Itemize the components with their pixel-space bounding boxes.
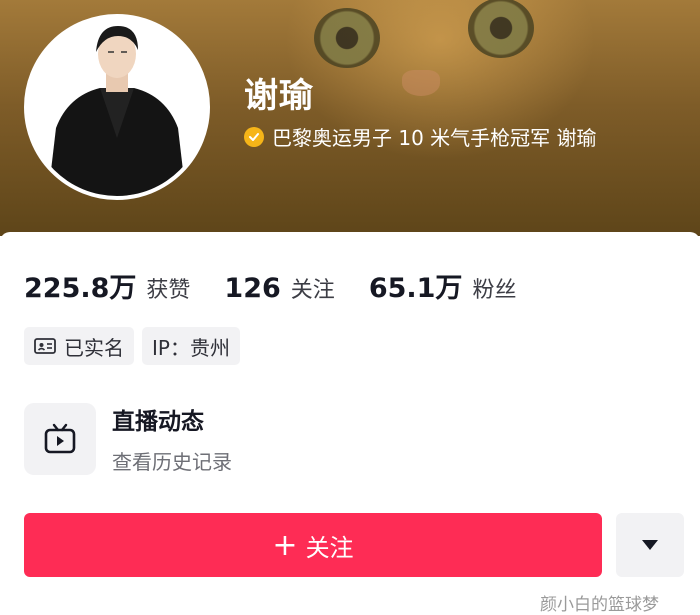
live-icon-box xyxy=(24,402,96,475)
stat-value: 126 xyxy=(224,273,281,304)
stat-label: 粉丝 xyxy=(472,278,517,303)
tag-ip: IP：贵州 xyxy=(142,327,240,365)
profile-banner: 谢瑜 巴黎奥运男子 10 米气手枪冠军 谢瑜 xyxy=(0,0,700,236)
tag-real-name: 已实名 xyxy=(24,327,134,365)
verification-row: 巴黎奥运男子 10 米气手枪冠军 谢瑜 xyxy=(244,122,597,151)
watermark-text: 颜小白的篮球梦 xyxy=(540,595,659,615)
live-subtitle: 查看历史记录 xyxy=(112,450,232,474)
profile-tags: 已实名 IP：贵州 xyxy=(24,327,248,365)
banner-cat-eye xyxy=(468,0,534,58)
id-card-icon xyxy=(34,337,56,355)
follow-button[interactable]: + 关注 xyxy=(24,513,602,577)
profile-stats: 225.8万 获赞 126 关注 65.1万 粉丝 xyxy=(24,266,550,305)
stat-value: 225.8万 xyxy=(24,273,137,304)
more-options-button[interactable] xyxy=(616,513,684,577)
stat-followers[interactable]: 65.1万 粉丝 xyxy=(369,266,517,305)
plus-icon: + xyxy=(272,527,298,563)
stat-label: 关注 xyxy=(290,278,335,303)
follow-label: 关注 xyxy=(305,533,354,562)
stat-label: 获赞 xyxy=(146,278,191,303)
triangle-down-icon xyxy=(642,540,658,550)
live-history-entry[interactable]: 直播动态 查看历史记录 xyxy=(24,402,232,475)
stat-value: 65.1万 xyxy=(368,273,463,304)
live-title: 直播动态 xyxy=(112,409,204,435)
avatar-illustration xyxy=(28,18,206,196)
verified-badge-icon xyxy=(244,126,264,147)
watermark: 颜小白的篮球梦 xyxy=(540,590,659,615)
stat-following[interactable]: 126 关注 xyxy=(224,272,334,304)
avatar[interactable] xyxy=(24,14,210,200)
banner-cat-nose xyxy=(402,70,440,96)
stat-likes[interactable]: 225.8万 获赞 xyxy=(24,266,190,305)
profile-name: 谢瑜 xyxy=(244,76,314,116)
tag-label: IP：贵州 xyxy=(152,335,230,360)
banner-cat-eye xyxy=(314,8,380,68)
verification-text: 巴黎奥运男子 10 米气手枪冠军 谢瑜 xyxy=(272,126,597,150)
tv-icon xyxy=(44,423,76,453)
tag-label: 已实名 xyxy=(64,335,124,360)
